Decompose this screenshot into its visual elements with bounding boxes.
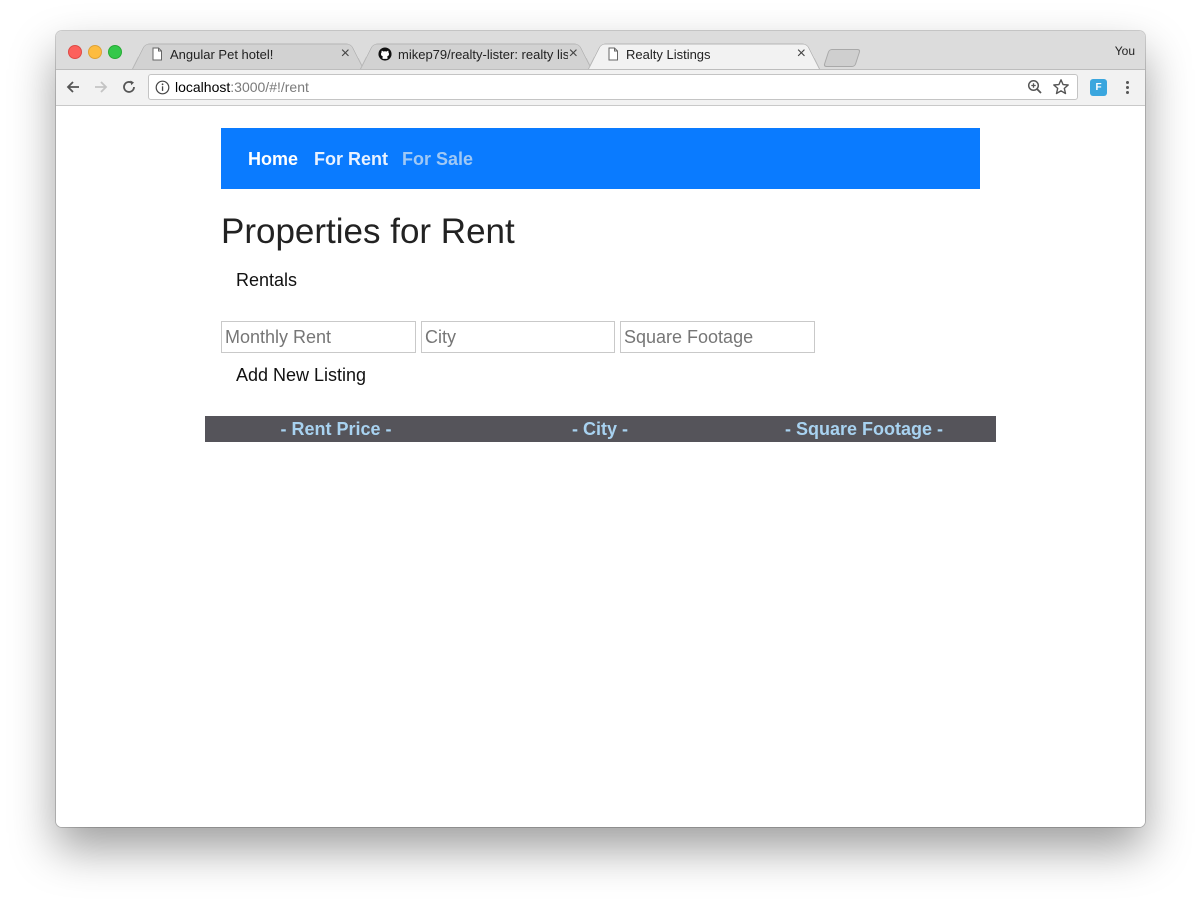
arrow-right-icon xyxy=(95,81,108,93)
column-header-square-footage: - Square Footage - xyxy=(784,419,944,439)
tab-title: Angular Pet hotel! xyxy=(170,47,274,62)
url-text: localhost:3000/#!/rent xyxy=(175,79,309,96)
document-icon xyxy=(152,47,162,61)
column-header-rent-price: - Rent Price - xyxy=(280,419,392,439)
zoom-icon[interactable] xyxy=(1027,79,1043,95)
tab-strip: Angular Pet hotel! × mikep79/realty-list… xyxy=(56,31,1145,70)
add-new-listing-button[interactable]: Add New Listing xyxy=(236,364,366,386)
extension-icon[interactable]: F xyxy=(1090,79,1107,96)
extension-label: F xyxy=(1095,82,1102,93)
close-tab-icon[interactable]: × xyxy=(341,45,350,63)
bookmark-star-icon[interactable] xyxy=(1052,78,1070,96)
window-close-button[interactable] xyxy=(68,45,82,59)
browser-toolbar: localhost:3000/#!/rent F xyxy=(56,70,1145,106)
tab-realty-listings[interactable]: Realty Listings × xyxy=(588,40,820,69)
window-maximize-button[interactable] xyxy=(108,45,122,59)
url-path: :3000/#!/rent xyxy=(230,79,309,95)
forward-button[interactable] xyxy=(90,76,112,98)
arrow-left-icon xyxy=(66,81,79,93)
close-tab-icon[interactable]: × xyxy=(797,45,806,63)
url-host: localhost xyxy=(175,79,231,95)
rentals-label: Rentals xyxy=(236,270,298,290)
document-icon xyxy=(608,47,618,61)
new-tab-button[interactable] xyxy=(823,49,861,67)
github-icon xyxy=(378,47,392,61)
browser-window: Angular Pet hotel! × mikep79/realty-list… xyxy=(56,31,1145,827)
tab-github-realty-lister[interactable]: mikep79/realty-lister: realty listings × xyxy=(360,40,592,69)
profile-button[interactable]: You xyxy=(1115,44,1135,58)
site-navbar: Home For Rent For Sale xyxy=(221,128,980,189)
info-icon[interactable] xyxy=(155,80,170,95)
close-tab-icon[interactable]: × xyxy=(569,45,578,63)
browser-menu-icon[interactable] xyxy=(1120,79,1134,97)
tab-title: Realty Listings xyxy=(626,47,711,62)
nav-home-link[interactable]: Home xyxy=(248,148,298,170)
city-input[interactable] xyxy=(421,321,615,353)
back-button[interactable] xyxy=(62,76,84,98)
page-title: Properties for Rent xyxy=(221,212,515,251)
window-minimize-button[interactable] xyxy=(88,45,102,59)
tab-angular-pet-hotel[interactable]: Angular Pet hotel! × xyxy=(132,40,364,69)
monthly-rent-input[interactable] xyxy=(221,321,416,353)
listings-table-header: - Rent Price - - City - - Square Footage… xyxy=(205,416,996,442)
reload-icon xyxy=(123,80,135,93)
nav-for-rent-link[interactable]: For Rent xyxy=(314,148,388,170)
square-footage-input[interactable] xyxy=(620,321,815,353)
reload-button[interactable] xyxy=(118,76,140,98)
tab-title: mikep79/realty-lister: realty listings xyxy=(398,47,568,62)
page-content: Home For Rent For Sale Properties for Re… xyxy=(56,106,1145,827)
address-bar[interactable]: localhost:3000/#!/rent xyxy=(148,74,1078,100)
column-header-city: - City - xyxy=(572,419,628,439)
nav-for-sale-link[interactable]: For Sale xyxy=(402,148,473,170)
